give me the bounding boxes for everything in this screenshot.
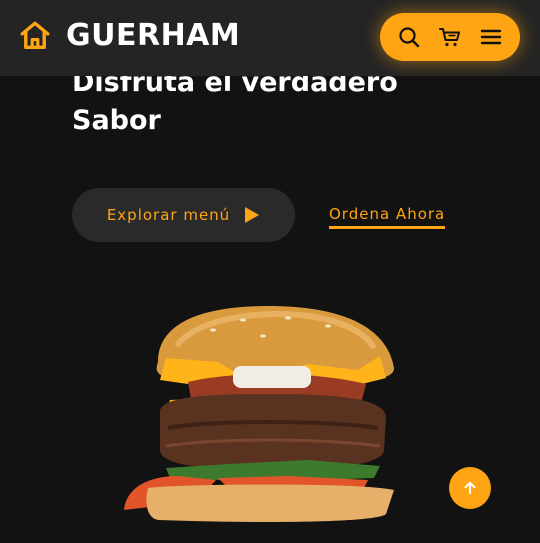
page: Disfruta el verdadero Sabor GUERHAM Expl… [0, 0, 540, 543]
explore-menu-label: Explorar menú [106, 206, 231, 224]
back-to-top-button[interactable] [449, 467, 491, 509]
cart-icon [438, 28, 460, 47]
brand-name: GUERHAM [66, 18, 241, 53]
nav-actions [380, 13, 520, 61]
search-icon [399, 27, 419, 48]
arrow-up-icon [464, 481, 476, 495]
brand[interactable]: GUERHAM [18, 18, 240, 53]
search-button[interactable] [395, 23, 423, 51]
play-icon [245, 207, 260, 223]
burger-image [124, 306, 394, 522]
menu-button[interactable] [477, 23, 505, 51]
menu-icon [481, 29, 502, 45]
cart-button[interactable] [436, 23, 464, 51]
header: GUERHAM [0, 0, 540, 76]
order-now-link[interactable]: Ordena Ahora [329, 205, 446, 229]
explore-menu-button[interactable]: Explorar menú [72, 188, 295, 242]
home-icon [20, 21, 50, 49]
